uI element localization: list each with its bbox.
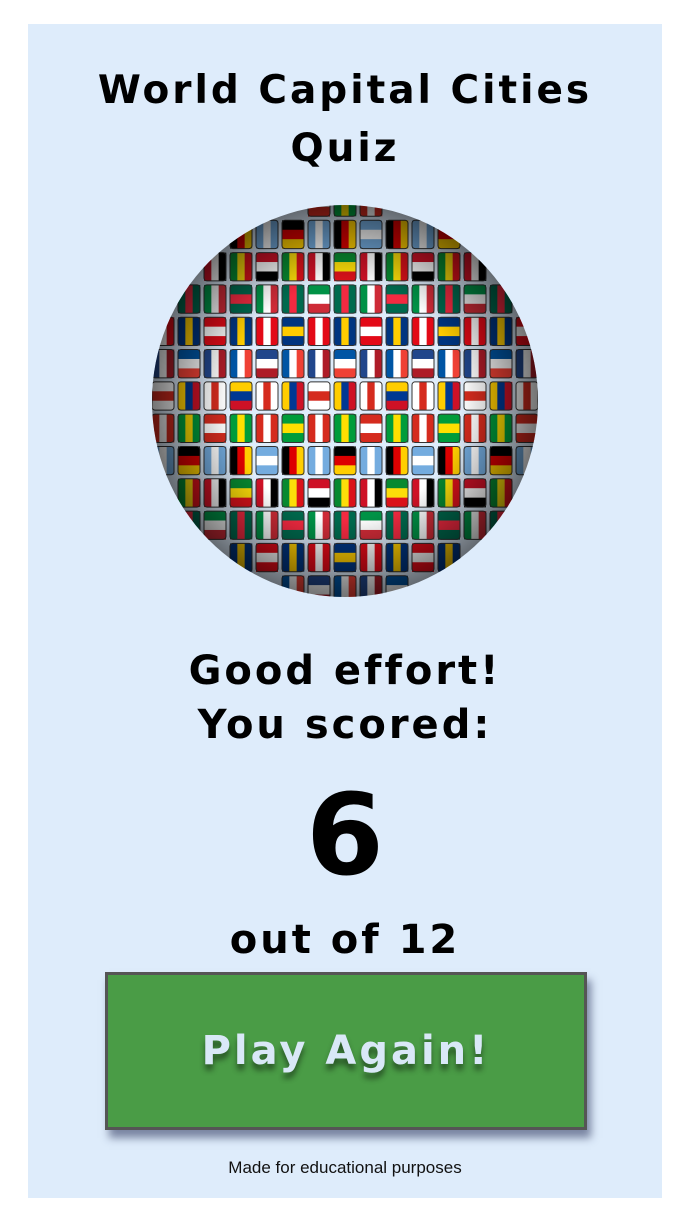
flag-globe-icon [150,186,540,606]
score-total: out of 12 [229,917,461,963]
score-label: You scored: [197,702,493,748]
flag-tile [152,317,160,346]
quiz-panel: World Capital Cities Quiz Good effort! Y… [28,24,662,1198]
flag-tile [504,511,513,540]
flag-tile [530,446,538,475]
flag-tile [308,205,330,208]
flag-tile [178,511,186,540]
page-title: World Capital Cities Quiz [28,62,662,178]
title-line-1: World Capital Cities [97,68,593,113]
result-message: Good effort! [188,648,502,694]
flag-tile [308,188,330,198]
result-heading: Good effort! You scored: [28,644,662,752]
title-line-2: Quiz [290,126,400,171]
play-again-button[interactable]: Play Again! [105,972,587,1130]
flag-tile [438,220,460,231]
footer-note: Made for educational purposes [228,1158,462,1177]
flag-tile [386,594,408,597]
flag-globe-graphic [152,188,538,597]
score-value: 6 [306,771,384,901]
